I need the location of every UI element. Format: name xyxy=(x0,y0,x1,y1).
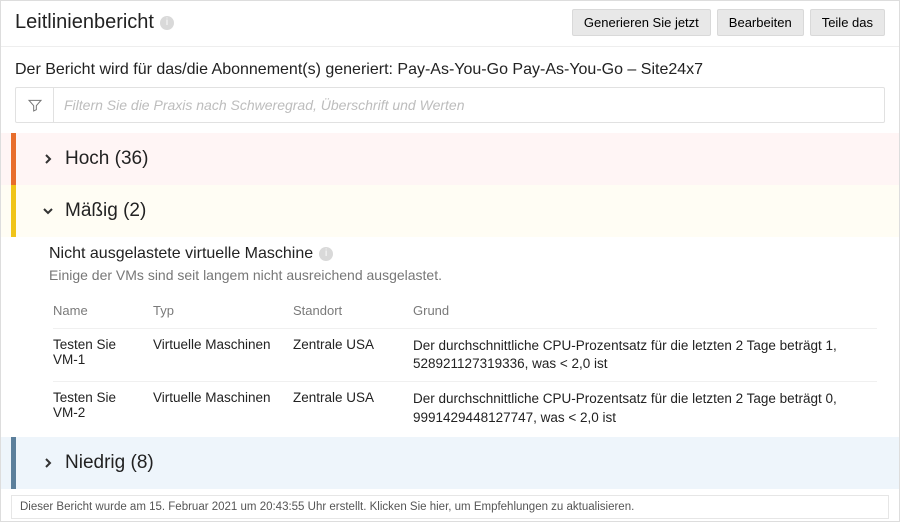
chevron-down-icon xyxy=(41,204,55,218)
section-high[interactable]: Hoch (36) xyxy=(1,133,899,185)
finding-title: Nicht ausgelastete virtuelle Maschine i xyxy=(49,245,885,263)
severity-bar-high xyxy=(11,133,16,185)
section-low[interactable]: Niedrig (8) xyxy=(1,437,899,489)
cell-reason: Der durchschnittliche CPU-Prozentsatz fü… xyxy=(413,329,877,382)
report-footer[interactable]: Dieser Bericht wurde am 15. Februar 2021… xyxy=(11,495,889,519)
cell-name: Testen Sie VM-1 xyxy=(53,329,153,382)
page-title: Leitlinienbericht xyxy=(15,11,154,34)
table-row: Testen Sie VM-1 Virtuelle Maschinen Zent… xyxy=(53,329,877,382)
section-moderate-label: Mäßig (2) xyxy=(65,200,146,222)
info-icon[interactable]: i xyxy=(319,247,333,261)
severity-bar-low xyxy=(11,437,16,489)
filter-bar xyxy=(15,87,885,123)
edit-button[interactable]: Bearbeiten xyxy=(717,9,804,36)
section-low-label: Niedrig (8) xyxy=(65,452,154,474)
col-name: Name xyxy=(53,297,153,329)
col-reason: Grund xyxy=(413,297,877,329)
findings-table: Name Typ Standort Grund Testen Sie VM-1 … xyxy=(53,297,877,435)
header-buttons: Generieren Sie jetzt Bearbeiten Teile da… xyxy=(572,9,885,36)
cell-type: Virtuelle Maschinen xyxy=(153,382,293,435)
chevron-right-icon xyxy=(41,456,55,470)
share-button[interactable]: Teile das xyxy=(810,9,885,36)
moderate-detail: Nicht ausgelastete virtuelle Maschine i … xyxy=(1,237,899,437)
cell-location: Zentrale USA xyxy=(293,382,413,435)
col-type: Typ xyxy=(153,297,293,329)
chevron-right-icon xyxy=(41,152,55,166)
filter-input[interactable] xyxy=(54,88,884,122)
section-high-label: Hoch (36) xyxy=(65,148,148,170)
cell-reason: Der durchschnittliche CPU-Prozentsatz fü… xyxy=(413,382,877,435)
subscription-line: Der Bericht wird für das/die Abonnement(… xyxy=(1,47,899,87)
section-moderate[interactable]: Mäßig (2) xyxy=(1,185,899,237)
cell-type: Virtuelle Maschinen xyxy=(153,329,293,382)
table-header-row: Name Typ Standort Grund xyxy=(53,297,877,329)
cell-name: Testen Sie VM-2 xyxy=(53,382,153,435)
page-header: Leitlinienbericht i Generieren Sie jetzt… xyxy=(1,1,899,47)
table-row: Testen Sie VM-2 Virtuelle Maschinen Zent… xyxy=(53,382,877,435)
filter-icon[interactable] xyxy=(16,88,54,122)
title-wrap: Leitlinienbericht i xyxy=(15,11,174,34)
col-location: Standort xyxy=(293,297,413,329)
severity-bar-moderate xyxy=(11,185,16,237)
finding-description: Einige der VMs sind seit langem nicht au… xyxy=(49,267,885,283)
cell-location: Zentrale USA xyxy=(293,329,413,382)
generate-now-button[interactable]: Generieren Sie jetzt xyxy=(572,9,711,36)
info-icon[interactable]: i xyxy=(160,16,174,30)
